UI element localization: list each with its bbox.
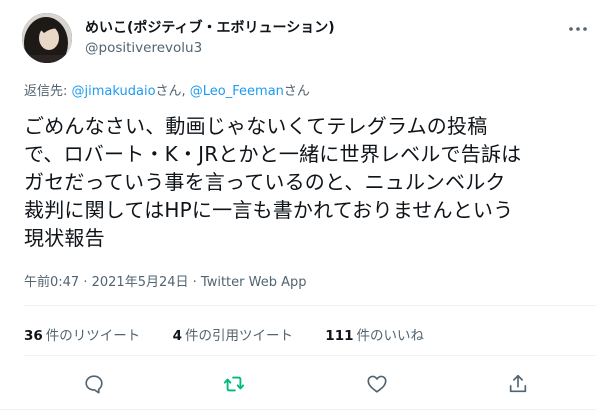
meta-separator: ·	[188, 275, 201, 290]
display-name[interactable]: めいこ(ポジティブ・エボリューション)	[85, 17, 335, 37]
reply-suffix: さん,	[155, 84, 190, 99]
share-button[interactable]	[500, 366, 536, 402]
like-button[interactable]	[359, 366, 395, 402]
mention-link-leo-feeman[interactable]: @Leo_Feeman	[190, 84, 284, 99]
retweets-label: 件のリツイート	[45, 328, 141, 344]
tweet-source[interactable]: Twitter Web App	[201, 275, 307, 290]
tweet-line: 現状報告	[24, 226, 105, 250]
tweet-line: 裁判に関してはHPに一言も書かれておりませんという	[24, 198, 514, 222]
divider	[24, 355, 596, 356]
quotes-count: 4	[172, 328, 182, 344]
engagement-stats: 36 件のリツイート 4 件の引用ツイート 111 件のいいね	[24, 324, 452, 344]
avatar-photo	[22, 13, 72, 63]
likes-label: 件のいいね	[356, 328, 424, 344]
likes-stat[interactable]: 111 件のいいね	[325, 324, 424, 344]
tweet-date[interactable]: 2021年5月24日	[92, 275, 189, 290]
share-icon	[509, 374, 527, 393]
tweet: めいこ(ポジティブ・エボリューション) @positiverevolu3 返信先…	[0, 0, 596, 410]
tweet-time[interactable]: 午前0:47	[24, 275, 79, 290]
quotes-label: 件の引用ツイート	[185, 328, 293, 344]
tweet-line: ガセだっていう事を言っているのと、ニュルンベルク	[24, 170, 506, 194]
retweet-icon	[223, 376, 245, 392]
retweets-stat[interactable]: 36 件のリツイート	[24, 324, 140, 344]
tweet-text: ごめんなさい、動画じゃないくてテレグラムの投稿 で、ロバート・K・JRとかと一緒…	[24, 112, 586, 252]
retweet-button[interactable]	[216, 366, 252, 402]
meta-separator: ·	[79, 275, 92, 290]
reply-bubble-icon	[85, 375, 103, 394]
divider	[24, 305, 596, 306]
quote-tweets-stat[interactable]: 4 件の引用ツイート	[173, 324, 293, 344]
retweets-count: 36	[24, 328, 43, 344]
heart-icon	[367, 375, 387, 393]
mention-link-jimakudaio[interactable]: @jimakudaio	[72, 84, 156, 99]
tweet-metadata: 午前0:47 · 2021年5月24日 · Twitter Web App	[24, 271, 307, 290]
reply-suffix: さん	[283, 84, 310, 99]
tweet-line: ごめんなさい、動画じゃないくてテレグラムの投稿	[24, 114, 488, 138]
reply-to-line: 返信先: @jimakudaioさん, @Leo_Feemanさん	[24, 80, 310, 99]
action-bar	[0, 366, 596, 402]
tweet-line: で、ロバート・K・JRとかと一緒に世界レベルで告訴は	[24, 142, 522, 166]
more-options-icon[interactable]	[568, 20, 588, 32]
reply-prefix: 返信先:	[24, 84, 72, 99]
avatar[interactable]	[22, 13, 72, 63]
likes-count: 111	[325, 328, 354, 344]
user-handle[interactable]: @positiverevolu3	[85, 40, 202, 56]
reply-button[interactable]	[76, 366, 112, 402]
